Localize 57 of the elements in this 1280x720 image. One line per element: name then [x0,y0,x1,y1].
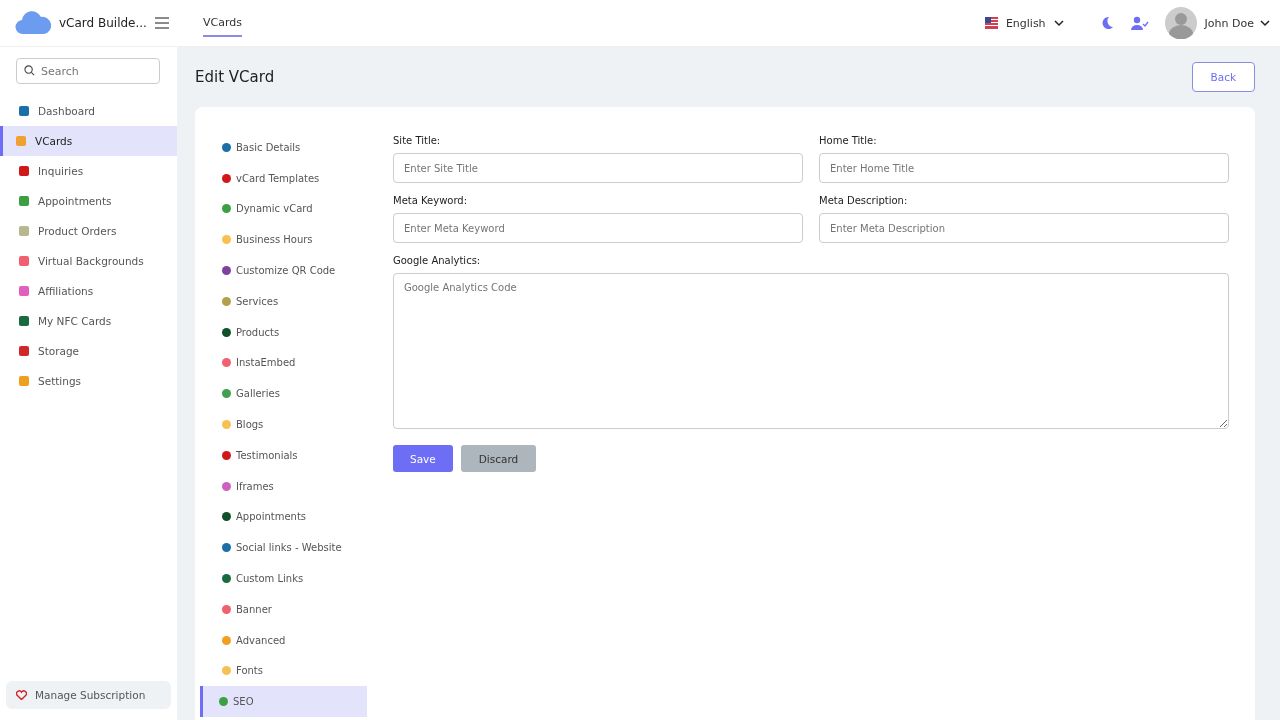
section-tab[interactable]: Appointments [200,501,367,533]
manage-subscription-button[interactable]: Manage Subscription [6,681,171,709]
section-tab[interactable]: Advanced [200,624,367,656]
field-label: Site Title: [393,135,442,146]
user-name[interactable]: John Doe [1204,16,1254,30]
user-check-icon[interactable] [1130,16,1149,30]
sidebar-item[interactable]: Affiliations [0,276,177,306]
language-label[interactable]: English [1005,16,1046,30]
section-tab[interactable]: Products [200,316,367,348]
cloud-logo-icon [15,10,51,36]
section-tab[interactable]: Basic Details [200,132,367,163]
section-tab[interactable]: Banner [200,593,367,625]
field-label: Meta Description: [819,195,909,206]
input-field[interactable]: Enter Home Title [819,153,1229,183]
discard-button[interactable]: Discard [460,445,537,472]
section-tab[interactable]: Services [200,286,367,317]
back-button[interactable]: Back [1191,62,1255,92]
chevron-down-icon[interactable] [1053,19,1064,27]
sidebar-item[interactable]: Product Orders [0,216,177,246]
avatar-icon[interactable] [1164,7,1197,39]
section-tab[interactable]: Testimonials [200,439,367,471]
section-tab[interactable]: Galleries [200,378,367,410]
section-tab[interactable]: vCard Templates [200,162,367,194]
input-field[interactable]: Enter Meta Description [819,213,1229,243]
sidebar-item[interactable]: VCards [0,126,177,156]
sidebar-item[interactable]: Dashboard [0,96,177,126]
field-label: Meta Keyword: [393,195,469,206]
section-tab[interactable]: Dynamic vCard [200,193,367,225]
heart-icon [16,690,27,700]
sidebar-item[interactable]: Virtual Backgrounds [0,246,177,276]
section-tab[interactable]: Iframes [200,470,367,502]
field-label: Home Title: [819,135,878,146]
input-field[interactable]: Enter Meta Keyword [393,213,803,243]
chevron-down-icon[interactable] [1260,19,1270,27]
page-title: Edit VCard [195,68,275,86]
section-tab[interactable]: SEO [200,686,367,718]
sidebar-item[interactable]: Storage [0,336,177,366]
section-tab[interactable]: Custom Links [200,563,367,594]
section-tab[interactable]: Blogs [200,409,367,440]
search-field[interactable]: Search [16,58,160,84]
field-label: Google Analytics: [393,255,482,266]
section-tab[interactable]: Business Hours [200,224,367,256]
sidebar-item[interactable]: My NFC Cards [0,306,177,336]
sidebar-item[interactable]: Settings [0,366,177,396]
section-tab[interactable]: Social links - Website [200,532,367,564]
analytics-code-field[interactable]: Google Analytics Code [393,273,1229,429]
section-tab[interactable]: InstaEmbed [200,347,367,379]
nav-tab[interactable]: VCards [203,9,242,37]
save-button[interactable]: Save [393,445,453,472]
section-tab[interactable]: Fonts [200,655,367,687]
flag-icon [984,17,998,29]
input-field[interactable]: Enter Site Title [393,153,803,183]
section-tab[interactable]: Customize QR Code [200,255,367,286]
app-name: vCard Builde... [59,16,147,30]
sidebar-item[interactable]: Appointments [0,186,177,216]
sidebar-item[interactable]: Inquiries [0,156,177,186]
menu-icon[interactable] [154,17,169,29]
